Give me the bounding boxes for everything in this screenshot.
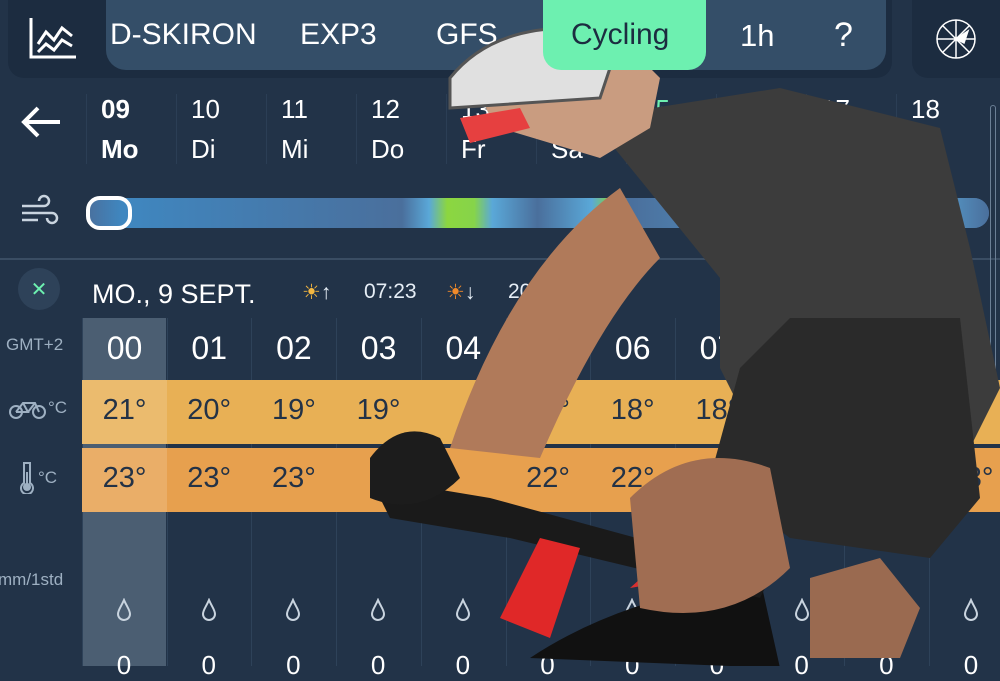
model-skiron[interactable]: D-SKIRON — [110, 18, 257, 52]
timeline-handle[interactable] — [86, 196, 132, 230]
chart-lines-icon — [29, 18, 76, 59]
cycling-temp-cell: 21° — [82, 380, 167, 444]
arrow-left-icon — [21, 106, 60, 138]
day-tab-10[interactable]: 10 Di — [176, 94, 264, 164]
day-number: 10 — [191, 94, 220, 124]
precip-label: mm/1std — [0, 570, 64, 589]
day-weekday: Mi — [281, 134, 309, 164]
air-temp-cell: 23° — [271, 462, 316, 494]
cycling-temp-cell: 20° — [187, 394, 232, 426]
cycling-temp-cell: 19° — [271, 394, 316, 426]
timezone-label: GMT+2 — [6, 335, 64, 354]
air-temp-cell: 23° — [82, 448, 167, 512]
close-icon: ✕ — [30, 278, 48, 301]
sunrise-icon: ☀↑ — [302, 281, 332, 304]
raindrop-icon — [167, 597, 251, 627]
wind-icon — [20, 192, 60, 237]
day-number: 11 — [281, 94, 308, 124]
selected-date: MO., 9 SEPT. — [92, 279, 256, 309]
raindrop-icon — [82, 597, 166, 627]
cycling-temp-label: °C — [8, 398, 67, 425]
day-number: 09 — [101, 94, 130, 124]
day-weekday: Di — [191, 134, 216, 164]
back-button[interactable] — [20, 105, 62, 144]
air-temp-cell: 23° — [187, 462, 232, 494]
hour-label: 01 — [191, 330, 227, 366]
close-detail-button[interactable]: ✕ — [18, 268, 60, 310]
bicycle-icon — [9, 402, 46, 419]
day-tab-09[interactable]: 09 Mo — [86, 94, 174, 164]
raindrop-icon — [251, 597, 335, 627]
profile-cycling-button[interactable]: Cycling — [543, 0, 706, 70]
air-temp-label: °C — [18, 460, 57, 499]
day-weekday: Mo — [101, 134, 139, 164]
chart-view-button[interactable] — [22, 10, 84, 66]
cyclist-photo-overlay — [370, 26, 1000, 666]
hour-label: 00 — [106, 330, 143, 366]
thermometer-icon — [20, 462, 34, 496]
hour-label: 02 — [276, 330, 312, 366]
